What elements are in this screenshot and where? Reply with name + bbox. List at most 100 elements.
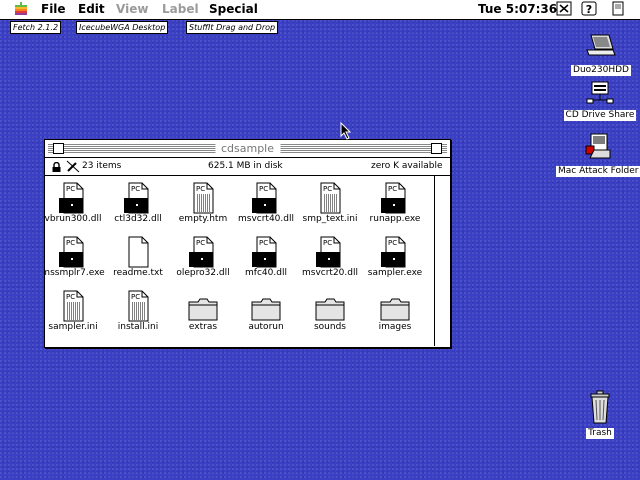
menu-edit[interactable]: Edit	[78, 2, 105, 16]
file-item[interactable]: PC runapp.exe	[363, 182, 427, 225]
desktop-icon-cd-drive-share[interactable]: CD Drive Share	[562, 80, 638, 121]
window-title: cdsample	[214, 142, 281, 155]
file-name: smp_text.ini	[298, 214, 362, 225]
folder-icon	[315, 298, 345, 321]
pc-dll-icon: PC	[252, 182, 277, 214]
file-item[interactable]: PC sampler.exe	[363, 236, 427, 279]
file-item[interactable]: PC msvcrt20.dll	[298, 236, 362, 279]
svg-text:?: ?	[586, 3, 592, 16]
help-icon[interactable]: ?	[581, 1, 597, 16]
close-box-icon[interactable]	[556, 1, 572, 16]
menubar-clock[interactable]: Tue 5:07:36	[478, 2, 557, 16]
file-name: mssmplr7.exe	[45, 268, 105, 279]
svg-text:PC: PC	[131, 293, 140, 301]
svg-text:PC: PC	[388, 239, 397, 247]
pc-text-icon: PC	[63, 290, 84, 322]
pc-dll-icon: PC	[252, 236, 277, 268]
menu-special[interactable]: Special	[209, 2, 258, 16]
pc-dll-icon: PC	[381, 236, 406, 268]
finder-window: cdsample 23 items 625.1 MB in disk zero …	[44, 139, 451, 348]
file-name: images	[363, 322, 427, 333]
file-item[interactable]: PC sampler.ini	[45, 290, 105, 333]
folder-icon	[188, 298, 218, 321]
pc-dll-icon: PC	[381, 182, 406, 214]
desktop-icon-mac-attack-folder[interactable]: Mac Attack Folder	[556, 132, 640, 177]
pc-dll-icon: PC	[59, 236, 84, 268]
lock-icon	[52, 162, 61, 172]
apple-menu-icon[interactable]	[14, 2, 28, 16]
menu-view[interactable]: View	[116, 2, 148, 16]
window-info-bar: 23 items 625.1 MB in disk zero K availab…	[45, 158, 450, 176]
pc-dll-icon: PC	[316, 236, 341, 268]
pc-text-icon: PC	[128, 290, 149, 322]
file-item[interactable]: PC mfc40.dll	[234, 236, 298, 279]
file-item[interactable]: autorun	[234, 296, 298, 333]
pc-dll-icon: PC	[189, 236, 214, 268]
folder-icon	[380, 298, 410, 321]
file-name: sampler.exe	[363, 268, 427, 279]
folder-icon	[251, 298, 281, 321]
file-item[interactable]: PC empty.htm	[171, 182, 235, 225]
file-item[interactable]: PC ctl3d32.dll	[106, 182, 170, 225]
desktop-icon-label: Trash	[586, 428, 614, 439]
strip-tab-icecube[interactable]: IcecubeWGA Desktop	[76, 21, 169, 34]
svg-text:PC: PC	[66, 185, 75, 193]
mac-attack-icon	[585, 133, 611, 159]
svg-text:PC: PC	[131, 185, 140, 193]
svg-text:PC: PC	[388, 185, 397, 193]
strip-tab-stuffit[interactable]: StuffIt Drag and Drop	[186, 21, 279, 34]
application-menu-icon[interactable]	[610, 1, 626, 16]
file-item[interactable]: PC msvcrt40.dll	[234, 182, 298, 225]
item-count: 23 items	[82, 161, 122, 171]
pc-text-icon: PC	[193, 182, 214, 214]
pc-text-icon: PC	[320, 182, 341, 214]
window-content: PC vbrun300.dll PC ctl3d32.dll PC empty.htm PC…	[45, 176, 434, 346]
file-name: sounds	[298, 322, 362, 333]
svg-text:PC: PC	[196, 185, 205, 193]
file-item[interactable]: PC smp_text.ini	[298, 182, 362, 225]
window-close-box[interactable]	[53, 143, 64, 154]
desktop-icon-trash[interactable]: Trash	[580, 390, 620, 439]
window-titlebar[interactable]: cdsample	[45, 140, 450, 158]
file-name: extras	[171, 322, 235, 333]
file-item[interactable]: PC vbrun300.dll	[45, 182, 105, 225]
laptop-icon	[586, 34, 616, 56]
file-item[interactable]: extras	[171, 296, 235, 333]
file-name: sampler.ini	[45, 322, 105, 333]
svg-text:PC: PC	[259, 185, 268, 193]
menu-label[interactable]: Label	[162, 2, 199, 16]
disk-usage: 625.1 MB in disk	[208, 161, 283, 171]
desktop-icon-label: CD Drive Share	[563, 110, 637, 121]
desktop-icon-label: Duo230HDD	[571, 65, 631, 76]
file-name: ctl3d32.dll	[106, 214, 170, 225]
window-zoom-box[interactable]	[431, 143, 442, 154]
mouse-pointer-icon	[340, 122, 352, 140]
vertical-scrollbar[interactable]	[434, 176, 450, 346]
svg-text:PC: PC	[323, 185, 332, 193]
svg-text:PC: PC	[66, 293, 75, 301]
file-name: vbrun300.dll	[45, 214, 105, 225]
pc-dll-icon: PC	[124, 182, 149, 214]
desktop-icon-label: Mac Attack Folder	[556, 166, 640, 177]
file-item[interactable]: readme.txt	[106, 236, 170, 279]
file-name: readme.txt	[106, 268, 170, 279]
menu-file[interactable]: File	[41, 2, 66, 16]
file-item[interactable]: images	[363, 296, 427, 333]
file-name: empty.htm	[171, 214, 235, 225]
file-name: mfc40.dll	[234, 268, 298, 279]
file-item[interactable]: PC install.ini	[106, 290, 170, 333]
file-name: runapp.exe	[363, 214, 427, 225]
file-name: autorun	[234, 322, 298, 333]
file-item[interactable]: sounds	[298, 296, 362, 333]
no-write-pencil-icon	[66, 160, 80, 173]
strip-tab-fetch[interactable]: Fetch 2.1.2	[10, 21, 62, 34]
svg-text:PC: PC	[66, 239, 75, 247]
blank-doc-icon	[128, 236, 149, 268]
file-name: install.ini	[106, 322, 170, 333]
trash-icon	[590, 390, 610, 424]
pc-dll-icon: PC	[59, 182, 84, 214]
file-name: msvcrt20.dll	[298, 268, 362, 279]
file-item[interactable]: PC mssmplr7.exe	[45, 236, 105, 279]
file-item[interactable]: PC olepro32.dll	[171, 236, 235, 279]
desktop-icon-duo230hdd[interactable]: Duo230HDD	[571, 33, 631, 76]
